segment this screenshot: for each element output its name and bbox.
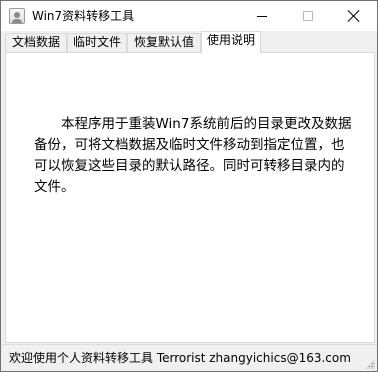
minimize-icon [257,15,267,17]
minimize-button[interactable] [239,1,285,31]
status-bar: 欢迎使用个人资料转移工具 Terrorist zhangyichics@163.… [1,344,377,371]
tab-usage-instructions[interactable]: 使用说明 [201,31,261,53]
close-icon [348,10,360,22]
status-text: 欢迎使用个人资料转移工具 Terrorist zhangyichics@163.… [9,351,351,365]
tab-document-data[interactable]: 文档数据 [5,33,67,52]
title-bar[interactable]: Win7资料转移工具 [1,1,377,31]
resize-grip-icon[interactable] [365,359,375,369]
tab-strip: 文档数据 临时文件 恢复默认值 使用说明 [5,31,375,53]
tab-temp-files[interactable]: 临时文件 [67,33,127,52]
usage-description: 本程序用于重装Win7系统前后的目录更改及数据备份，可将文档数据及临时文件移动到… [34,116,352,195]
maximize-button[interactable] [285,1,331,31]
tab-panel-usage: 本程序用于重装Win7系统前后的目录更改及数据备份，可将文档数据及临时文件移动到… [5,52,375,343]
window-title: Win7资料转移工具 [32,9,135,23]
close-button[interactable] [331,1,377,31]
app-user-icon [9,8,25,24]
tab-restore-defaults[interactable]: 恢复默认值 [127,33,201,52]
maximize-icon [303,11,313,21]
app-window: Win7资料转移工具 文档数据 临时文件 恢复默认值 使用说明 本程序用于重装W… [0,0,378,372]
